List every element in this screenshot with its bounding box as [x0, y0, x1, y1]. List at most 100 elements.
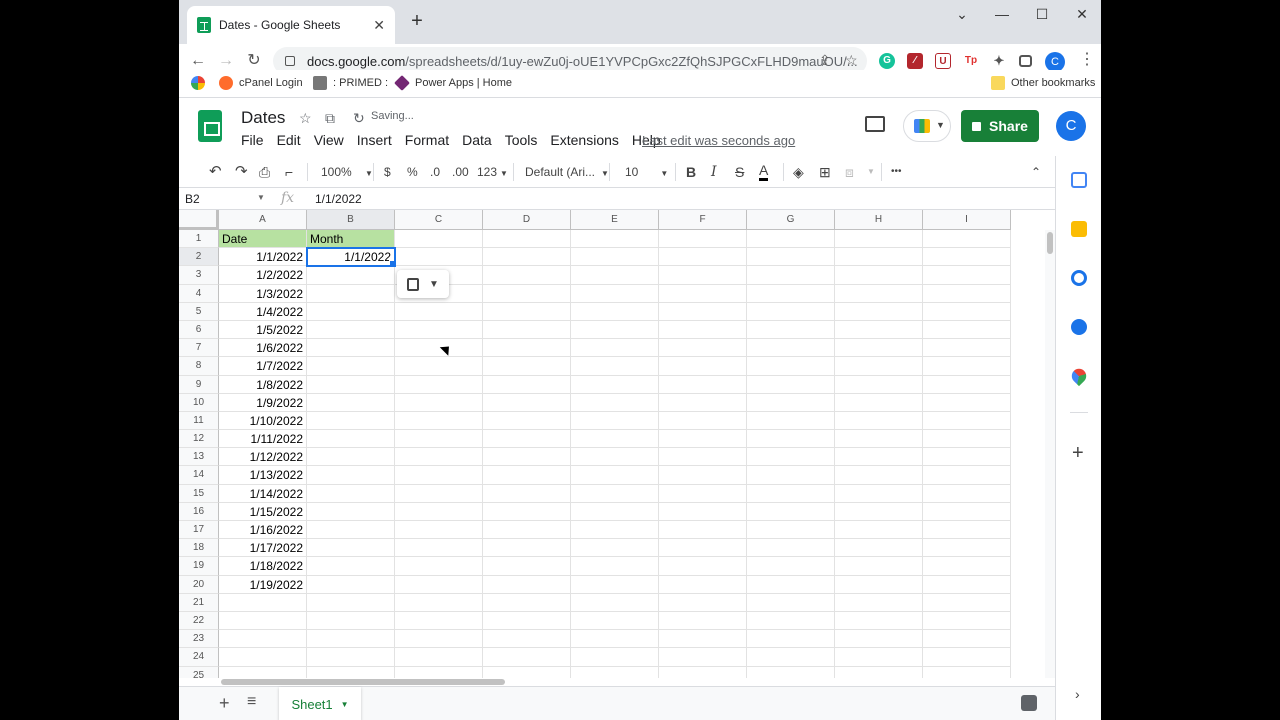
cell-h11[interactable] [835, 411, 923, 431]
cell-d18[interactable] [483, 539, 571, 558]
cell-d4[interactable] [483, 284, 571, 303]
cell-d3[interactable] [483, 266, 571, 285]
cell-f15[interactable] [659, 484, 747, 503]
cell-g22[interactable] [747, 611, 835, 631]
name-box[interactable]: B2 [185, 192, 200, 206]
cell-c20[interactable] [395, 575, 483, 594]
cell-i14[interactable] [923, 466, 1011, 485]
cell-h15[interactable] [835, 484, 923, 503]
cell-f2[interactable] [659, 248, 747, 267]
cell-e18[interactable] [571, 539, 659, 558]
menu-edit[interactable]: Edit [277, 132, 301, 148]
cell-g25[interactable] [747, 666, 835, 678]
cell-g11[interactable] [747, 411, 835, 431]
cell-b16[interactable] [307, 502, 395, 521]
browser-menu-icon[interactable]: ⋮ [1079, 49, 1095, 69]
cell-c17[interactable] [395, 521, 483, 540]
row-header[interactable]: 12 [179, 430, 219, 449]
cell-g6[interactable] [747, 320, 835, 340]
row-header[interactable]: 7 [179, 339, 219, 358]
cell-a2[interactable]: 1/1/2022 [219, 248, 307, 267]
cell-c14[interactable] [395, 466, 483, 485]
menu-insert[interactable]: Insert [357, 132, 392, 148]
row-header[interactable]: 9 [179, 375, 219, 394]
cell-c9[interactable] [395, 375, 483, 394]
cell-i5[interactable] [923, 302, 1011, 321]
italic-button[interactable]: I [711, 163, 717, 181]
cell-a1[interactable]: Date [219, 230, 307, 249]
cell-e16[interactable] [571, 502, 659, 521]
cell-b1[interactable]: Month [307, 230, 395, 249]
cell-i24[interactable] [923, 648, 1011, 667]
cell-f9[interactable] [659, 375, 747, 394]
cell-e21[interactable] [571, 593, 659, 612]
bookmark-other[interactable]: Other bookmarks [991, 76, 1095, 90]
cell-d22[interactable] [483, 611, 571, 631]
cell-e22[interactable] [571, 611, 659, 631]
cell-i4[interactable] [923, 284, 1011, 303]
cell-g21[interactable] [747, 593, 835, 612]
cell-a25[interactable] [219, 666, 307, 678]
new-tab-icon[interactable]: + [405, 10, 429, 33]
cell-h17[interactable] [835, 521, 923, 540]
cell-c7[interactable] [395, 339, 483, 358]
decrease-decimal-button[interactable]: .0 [430, 163, 440, 181]
cell-b12[interactable] [307, 430, 395, 449]
cell-e6[interactable] [571, 320, 659, 340]
cell-b19[interactable] [307, 557, 395, 576]
bookmark-cpanel[interactable]: cPanel Login [219, 76, 303, 90]
cell-f12[interactable] [659, 430, 747, 449]
cell-c25[interactable] [395, 666, 483, 678]
cell-d19[interactable] [483, 557, 571, 576]
cell-f3[interactable] [659, 266, 747, 285]
explore-icon[interactable] [1021, 695, 1037, 711]
menu-data[interactable]: Data [462, 132, 492, 148]
more-formats-button[interactable]: 123 ▼ [477, 163, 508, 181]
cell-g5[interactable] [747, 302, 835, 321]
vertical-scroll-thumb[interactable] [1047, 232, 1053, 254]
cell-b10[interactable] [307, 393, 395, 412]
cell-a8[interactable]: 1/7/2022 [219, 357, 307, 376]
fill-color-icon[interactable]: ◈ [793, 163, 804, 181]
cell-c10[interactable] [395, 393, 483, 412]
cell-i13[interactable] [923, 448, 1011, 467]
cell-h21[interactable] [835, 593, 923, 612]
cell-h12[interactable] [835, 430, 923, 449]
cell-i7[interactable] [923, 339, 1011, 358]
cell-g12[interactable] [747, 430, 835, 449]
cell-i10[interactable] [923, 393, 1011, 412]
maximize-icon[interactable]: ☐ [1027, 6, 1057, 23]
chevron-right-icon[interactable]: › [1075, 686, 1080, 702]
collapse-toolbar-icon[interactable]: ⌃ [1031, 163, 1041, 181]
cell-b11[interactable] [307, 411, 395, 431]
cell-i1[interactable] [923, 230, 1011, 249]
cell-i22[interactable] [923, 611, 1011, 631]
cell-h13[interactable] [835, 448, 923, 467]
cell-c22[interactable] [395, 611, 483, 631]
cell-h20[interactable] [835, 575, 923, 594]
cell-f18[interactable] [659, 539, 747, 558]
bold-button[interactable]: B [686, 163, 696, 181]
cell-d8[interactable] [483, 357, 571, 376]
cell-c5[interactable] [395, 302, 483, 321]
cell-g24[interactable] [747, 648, 835, 667]
bookmark-powerapps[interactable]: Power Apps | Home [394, 75, 512, 91]
grammarly-extension-icon[interactable]: G [879, 53, 895, 69]
borders-icon[interactable]: ⊞ [819, 163, 831, 181]
chevron-down-icon[interactable]: ▼ [341, 700, 349, 709]
cell-f19[interactable] [659, 557, 747, 576]
close-window-icon[interactable]: ✕ [1067, 6, 1097, 23]
cell-d25[interactable] [483, 666, 571, 678]
cell-g4[interactable] [747, 284, 835, 303]
cell-e23[interactable] [571, 630, 659, 649]
row-header[interactable]: 4 [179, 284, 219, 303]
cell-e25[interactable] [571, 666, 659, 678]
row-header[interactable]: 17 [179, 521, 219, 540]
column-header-e[interactable]: E [571, 210, 659, 230]
cell-e12[interactable] [571, 430, 659, 449]
cell-a6[interactable]: 1/5/2022 [219, 320, 307, 340]
paint-format-icon[interactable]: ⌐ [285, 163, 293, 181]
column-header-h[interactable]: H [835, 210, 923, 230]
percent-format-button[interactable]: % [407, 163, 418, 181]
row-header[interactable]: 20 [179, 575, 219, 594]
